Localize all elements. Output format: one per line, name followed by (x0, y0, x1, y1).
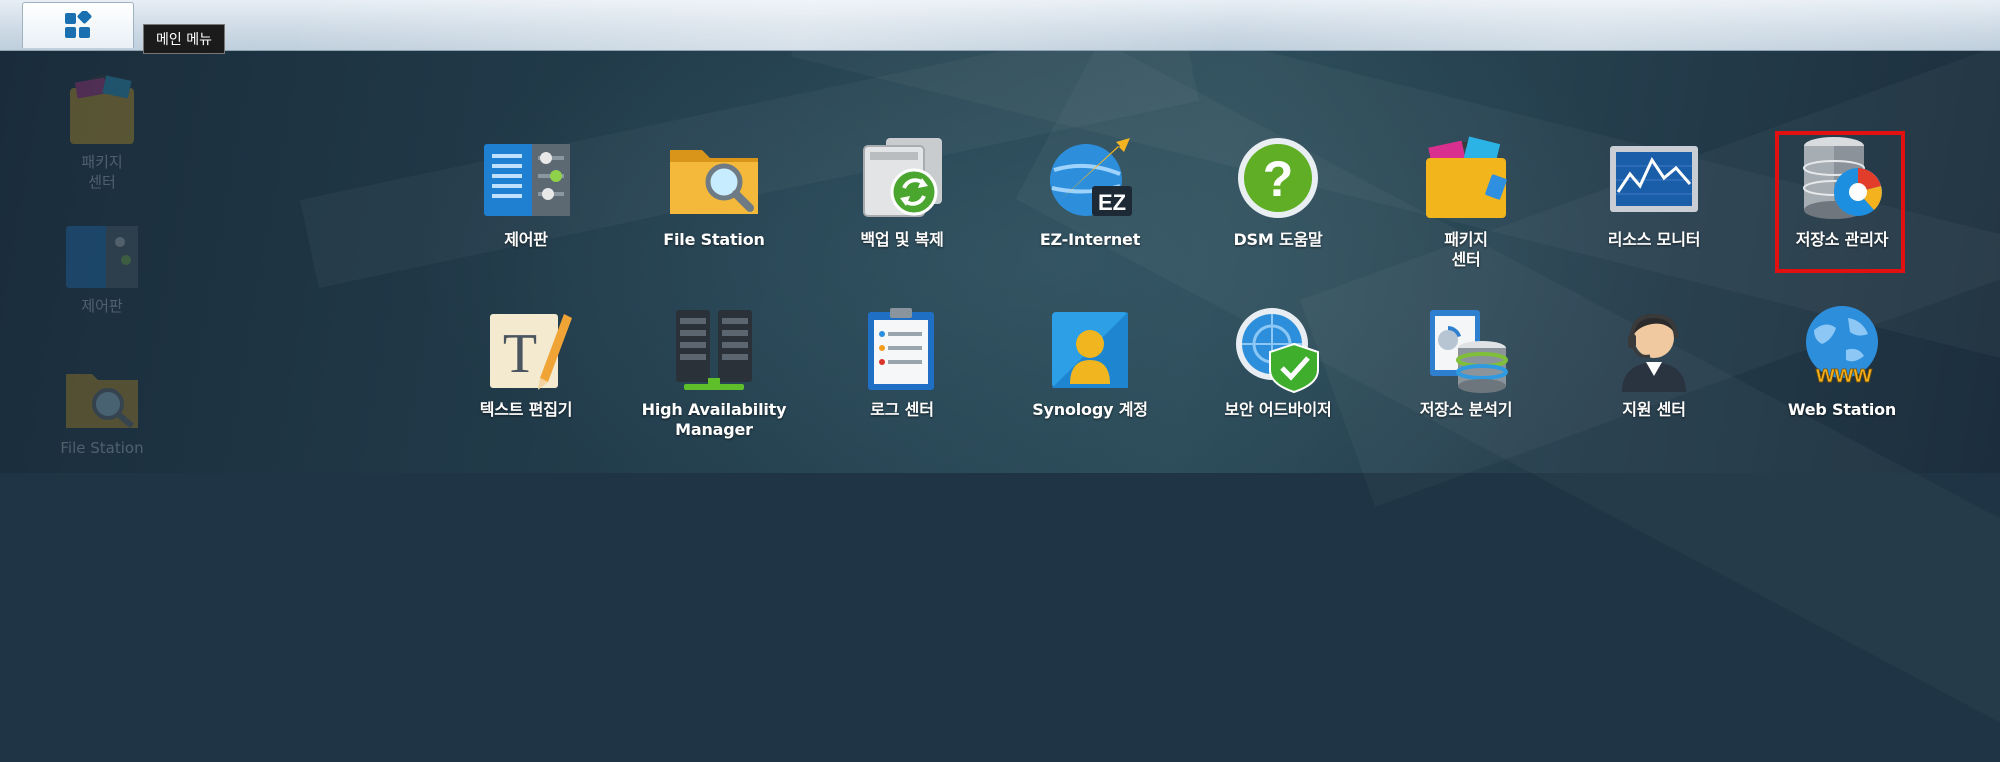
app-storage-analyzer[interactable]: 저장소 분석기 (1374, 300, 1558, 420)
resource-monitor-icon (1604, 130, 1704, 226)
desktop-shortcut-label: File Station (60, 439, 144, 457)
storage-analyzer-icon (1416, 300, 1516, 396)
high-availability-icon (664, 300, 764, 396)
package-center-icon (1416, 130, 1516, 226)
desktop-shortcut-label: 제어판 (81, 297, 123, 315)
svg-text:?: ? (1263, 151, 1294, 207)
ez-internet-icon: EZ (1040, 130, 1140, 226)
selected-app-highlight (1775, 131, 1905, 273)
main-menu-button[interactable] (22, 2, 134, 48)
app-label: 저장소 분석기 (1419, 400, 1513, 419)
app-control-panel[interactable]: 제어판 (434, 130, 618, 250)
desktop-shortcut-package-center[interactable]: 패키지 센터 (42, 70, 162, 192)
svg-text:www: www (1815, 361, 1872, 388)
app-high-availability-manager[interactable]: High Availability Manager (622, 300, 806, 440)
control-panel-icon (42, 222, 162, 292)
app-file-station[interactable]: File Station (622, 130, 806, 250)
app-security-advisor[interactable]: 보안 어드바이저 (1186, 300, 1370, 420)
app-label: 보안 어드바이저 (1224, 400, 1332, 419)
app-package-center[interactable]: 패키지 센터 (1374, 130, 1558, 270)
app-label: File Station (663, 230, 765, 249)
desktop-shortcut-file-station[interactable]: File Station (42, 364, 162, 458)
taskbar (0, 0, 2000, 51)
package-center-icon (42, 70, 162, 148)
app-dsm-help[interactable]: ? DSM 도움말 (1186, 130, 1370, 250)
folder-search-icon (664, 130, 764, 226)
svg-text:EZ: EZ (1098, 190, 1126, 215)
backup-replication-icon (852, 130, 952, 226)
app-log-center[interactable]: 로그 센터 (810, 300, 994, 420)
folder-search-icon (42, 364, 162, 434)
grid-apps-icon (63, 10, 93, 41)
main-menu-grid: 제어판 File Station 백업 및 복제 EZ EZ-Internet … (434, 130, 1970, 460)
security-advisor-icon (1228, 300, 1328, 396)
app-support-center[interactable]: 지원 센터 (1562, 300, 1746, 420)
control-panel-icon (476, 130, 576, 226)
app-label: 리소스 모니터 (1607, 230, 1701, 249)
app-label: EZ-Internet (1039, 230, 1141, 249)
app-ez-internet[interactable]: EZ EZ-Internet (998, 130, 1182, 250)
app-label: 제어판 (504, 230, 548, 249)
log-center-icon (852, 300, 952, 396)
web-station-icon: www (1792, 300, 1892, 396)
app-label: DSM 도움말 (1233, 230, 1323, 249)
text-editor-icon: T (476, 300, 576, 396)
svg-text:T: T (503, 323, 537, 385)
app-synology-account[interactable]: Synology 계정 (998, 300, 1182, 420)
app-web-station[interactable]: www Web Station (1750, 300, 1934, 420)
app-label: Synology 계정 (1032, 400, 1148, 419)
app-label: 로그 센터 (870, 400, 934, 419)
app-label: High Availability Manager (641, 400, 787, 439)
app-label: Web Station (1787, 400, 1897, 419)
app-resource-monitor[interactable]: 리소스 모니터 (1562, 130, 1746, 250)
app-label: 패키지 센터 (1444, 230, 1488, 269)
desktop-shortcut-label: 패키지 센터 (81, 153, 123, 191)
support-center-icon (1604, 300, 1704, 396)
app-backup-replication[interactable]: 백업 및 복제 (810, 130, 994, 250)
app-text-editor[interactable]: T 텍스트 편집기 (434, 300, 618, 420)
main-menu-tooltip: 메인 메뉴 (143, 24, 225, 54)
desktop-shortcut-control-panel[interactable]: 제어판 (42, 222, 162, 316)
app-label: 텍스트 편집기 (479, 400, 573, 419)
synology-account-icon (1040, 300, 1140, 396)
app-label: 백업 및 복제 (860, 230, 944, 249)
help-icon: ? (1228, 130, 1328, 226)
app-label: 지원 센터 (1622, 400, 1686, 419)
